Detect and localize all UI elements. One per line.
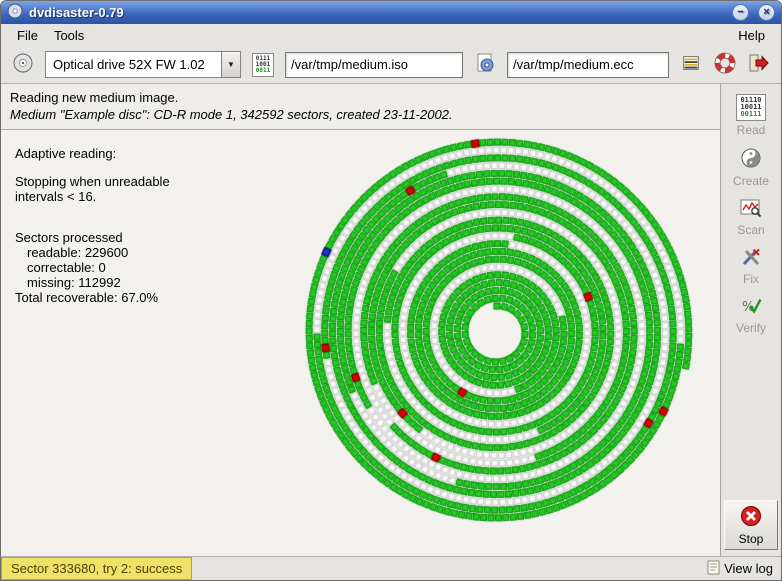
verify-button[interactable]: % Verify [724, 292, 778, 338]
verify-label: Verify [736, 321, 766, 335]
verify-check-icon: % [740, 296, 762, 319]
read-button[interactable]: 01110 10011 00111 Read [724, 90, 778, 140]
reading-info: Adaptive reading: Stopping when unreadab… [15, 146, 170, 305]
titlebar[interactable]: dvdisaster-0.79 − × [1, 1, 781, 24]
image-icon-row: 0011 [256, 68, 270, 74]
menu-help[interactable]: Help [730, 26, 773, 45]
chevron-down-icon: ▼ [221, 52, 240, 77]
ecc-file-icon-button[interactable] [470, 50, 500, 80]
stop-icon [740, 505, 762, 530]
preferences-button[interactable] [676, 50, 706, 80]
stop-button[interactable]: Stop [724, 500, 778, 550]
ecc-path-input[interactable] [507, 52, 669, 78]
drive-icon [12, 52, 34, 77]
info-gap [15, 204, 170, 217]
stopping-condition-line1: Stopping when unreadable [15, 174, 170, 189]
scan-chart-icon [740, 198, 762, 221]
status-line1: Reading new medium image. [10, 89, 711, 106]
fix-label: Fix [743, 272, 759, 286]
quit-button[interactable] [744, 50, 774, 80]
ecc-file-icon [474, 52, 496, 77]
adaptive-reading-label: Adaptive reading: [15, 146, 170, 161]
missing-count: missing: 112992 [15, 275, 170, 290]
image-file-icon-button[interactable]: 0111 1001 0011 [248, 50, 278, 80]
status-panel: Reading new medium image. Medium "Exampl… [1, 84, 720, 130]
status-line2: Medium "Example disc": CD-R mode 1, 3425… [10, 106, 711, 123]
lifebelt-help-icon [714, 52, 736, 77]
yin-yang-create-icon [740, 147, 762, 172]
fix-button[interactable]: Fix [724, 243, 778, 289]
minimize-button[interactable]: − [732, 4, 749, 21]
menubar: File Tools Help [1, 24, 781, 46]
statusbar: Sector 333680, try 2: success View log [1, 556, 781, 580]
correctable-count: correctable: 0 [15, 260, 170, 275]
sector-status-message: Sector 333680, try 2: success [1, 557, 192, 580]
total-recoverable: Total recoverable: 67.0% [15, 290, 170, 305]
sectors-processed-label: Sectors processed [15, 230, 170, 245]
log-file-icon [707, 560, 720, 578]
image-file-icon: 0111 1001 0011 [252, 53, 274, 77]
sidebar: 01110 10011 00111 Read Create Scan [721, 84, 781, 556]
create-button[interactable]: Create [724, 143, 778, 191]
help-button[interactable] [710, 50, 740, 80]
readable-count: readable: 229600 [15, 245, 170, 260]
app-icon [7, 3, 23, 22]
main-area: Adaptive reading: Stopping when unreadab… [1, 130, 720, 556]
app-window: dvdisaster-0.79 − × File Tools Help Opti… [0, 0, 782, 581]
menu-tools[interactable]: Tools [46, 26, 92, 45]
read-icon-row: 00111 [740, 111, 761, 118]
toolbar-right-group [676, 50, 774, 80]
create-label: Create [733, 174, 769, 188]
scan-button[interactable]: Scan [724, 194, 778, 240]
body: Reading new medium image. Medium "Exampl… [1, 84, 781, 556]
quit-exit-icon [748, 52, 770, 77]
view-log-label: View log [724, 561, 773, 576]
view-log-button[interactable]: View log [699, 557, 781, 580]
drive-icon-button[interactable] [8, 50, 38, 80]
iso-path-input[interactable] [285, 52, 463, 78]
left-column: Reading new medium image. Medium "Exampl… [1, 84, 721, 556]
stopping-condition-line2: intervals < 16. [15, 189, 170, 204]
toolbar: Optical drive 52X FW 1.02 ▼ 0111 1001 00… [1, 46, 781, 84]
drive-select[interactable]: Optical drive 52X FW 1.02 ▼ [45, 51, 241, 78]
disc-spiral [297, 132, 697, 532]
stop-label: Stop [739, 532, 764, 546]
read-label: Read [737, 123, 766, 137]
tools-fix-icon [740, 247, 762, 270]
window-title: dvdisaster-0.79 [29, 5, 124, 20]
menu-file[interactable]: File [9, 26, 46, 45]
info-gap [15, 217, 170, 230]
close-button[interactable]: × [758, 4, 775, 21]
scan-label: Scan [737, 223, 764, 237]
info-gap [15, 161, 170, 174]
read-icon: 01110 10011 00111 [736, 94, 765, 121]
preferences-icon [681, 53, 701, 76]
drive-select-value: Optical drive 52X FW 1.02 [46, 52, 221, 77]
